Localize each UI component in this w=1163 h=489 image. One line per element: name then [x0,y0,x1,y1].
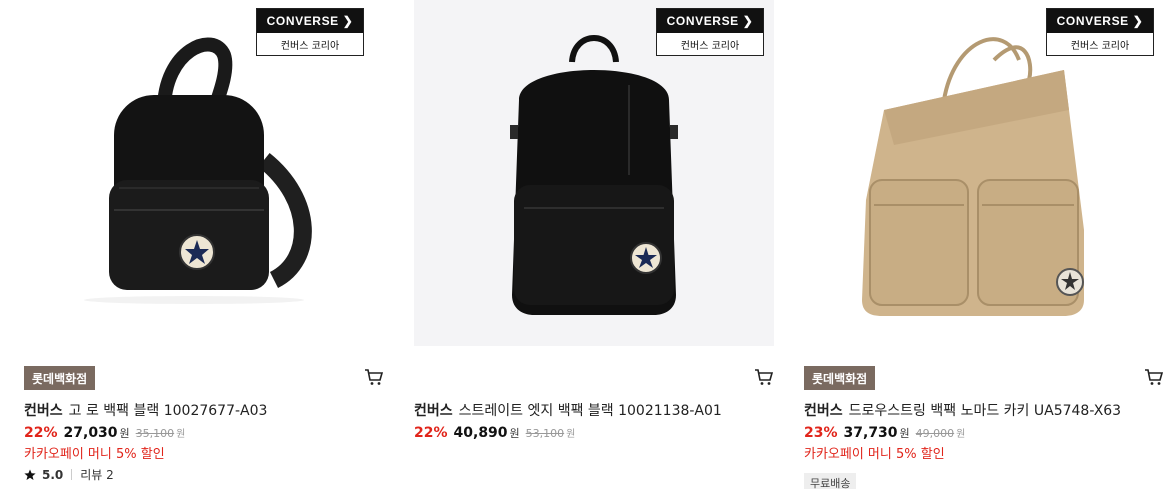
review-count[interactable]: 리뷰 2 [80,466,114,483]
original-currency: 원 [566,429,576,440]
sale-price: 37,730 [843,425,898,441]
original-price: 49,000 [915,427,955,440]
discount-rate: 22% [414,425,448,441]
product-name: 고 로 백팩 블랙 10027677-A03 [68,403,268,419]
rating-score: 5.0 [42,467,64,482]
discount-rate: 23% [804,425,838,441]
star-icon [24,469,36,480]
store-badge: 롯데백화점 [804,366,876,390]
discount-rate: 22% [24,425,58,441]
product-card[interactable]: CONVERSE ❯ 컨버스 코리아 컨버스 스트레이트 엣지 백팩 블랙 100… [414,0,774,489]
cart-icon[interactable] [364,368,384,386]
promo-text: 카카오페이 머니 5% 할인 [804,447,945,462]
currency: 원 [899,427,910,440]
product-image[interactable]: CONVERSE ❯ 컨버스 코리아 [14,0,374,346]
product-brand: 컨버스 [24,403,63,419]
converse-arrow-icon: ❯ [1132,14,1144,28]
price-row: 22% 27,030 원 35,100 원 [24,425,185,441]
sale-price: 27,030 [63,425,118,441]
currency: 원 [119,427,130,440]
product-brand: 컨버스 [414,403,453,419]
rating-row: 5.0 리뷰 2 [24,466,114,483]
promo-text: 카카오페이 머니 5% 할인 [24,447,165,462]
original-currency: 원 [956,429,966,440]
converse-arrow-icon: ❯ [742,14,754,28]
brand-logo: CONVERSE ❯ 컨버스 코리아 [256,8,364,56]
converse-arrow-icon: ❯ [342,14,354,28]
product-name: 드로우스트링 백팩 노마드 카키 UA5748-X63 [848,403,1122,419]
price-row: 23% 37,730 원 49,000 원 [804,425,965,441]
store-badge: 롯데백화점 [24,366,96,390]
product-brand: 컨버스 [804,403,843,419]
sale-price: 40,890 [453,425,508,441]
brand-logo: CONVERSE ❯ 컨버스 코리아 [1046,8,1154,56]
currency: 원 [509,427,520,440]
original-price: 53,100 [525,427,565,440]
product-image[interactable]: CONVERSE ❯ 컨버스 코리아 [804,0,1163,346]
cart-icon[interactable] [1144,368,1163,386]
product-image[interactable]: CONVERSE ❯ 컨버스 코리아 [414,0,774,346]
original-price: 35,100 [135,427,175,440]
price-row: 22% 40,890 원 53,100 원 [414,425,575,441]
product-name: 스트레이트 엣지 백팩 블랙 10021138-A01 [458,403,722,419]
original-currency: 원 [176,429,186,440]
brand-logo: CONVERSE ❯ 컨버스 코리아 [656,8,764,56]
cart-icon[interactable] [754,368,774,386]
product-card[interactable]: CONVERSE ❯ 컨버스 코리아 롯데백화점 컨버스 드로우스트링 백팩 노마… [804,0,1163,489]
free-shipping-tag: 무료배송 [804,473,857,489]
product-title[interactable]: 컨버스 스트레이트 엣지 백팩 블랙 10021138-A01 [414,400,774,420]
divider [71,469,73,480]
product-card[interactable]: CONVERSE ❯ 컨버스 코리아 롯데백화점 컨버스 고 로 백팩 블랙 10… [14,0,384,489]
product-title[interactable]: 컨버스 드로우스트링 백팩 노마드 카키 UA5748-X63 [804,400,1163,420]
product-title[interactable]: 컨버스 고 로 백팩 블랙 10027677-A03 [24,400,384,420]
